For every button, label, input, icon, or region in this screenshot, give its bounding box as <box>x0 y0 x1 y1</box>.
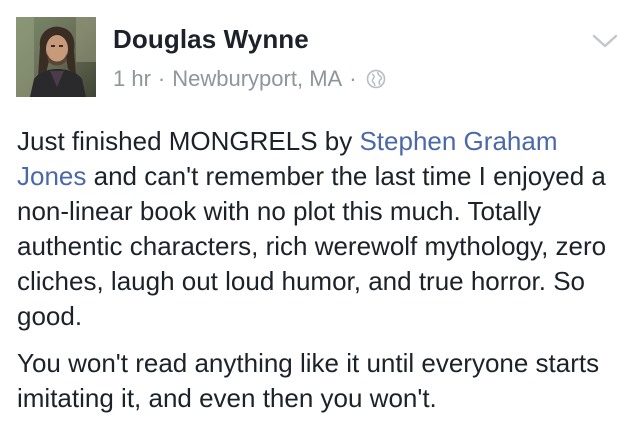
meta-separator: · <box>157 66 166 91</box>
avatar[interactable] <box>16 17 96 97</box>
avatar-photo <box>16 17 96 97</box>
paragraph-text: and can't remember the last time I enjoy… <box>17 161 607 331</box>
facebook-post: Douglas Wynne 1 hr · Newburyport, MA · J… <box>0 0 629 432</box>
post-location[interactable]: Newburyport, MA <box>172 66 342 92</box>
post-body: Just finished MONGRELS by Stephen Graham… <box>17 124 621 416</box>
post-paragraph: Just finished MONGRELS by Stephen Graham… <box>17 124 621 334</box>
post-paragraph: You won't read anything like it until ev… <box>17 348 600 413</box>
meta-separator: · <box>349 66 357 91</box>
globe-icon[interactable] <box>366 69 386 89</box>
paragraph-text: Just finished MONGRELS by <box>17 126 360 156</box>
post-time[interactable]: 1 hr <box>113 66 151 92</box>
author-name[interactable]: Douglas Wynne <box>113 24 309 55</box>
post-meta: 1 hr · Newburyport, MA · <box>113 66 386 92</box>
chevron-down-icon[interactable] <box>590 30 620 52</box>
